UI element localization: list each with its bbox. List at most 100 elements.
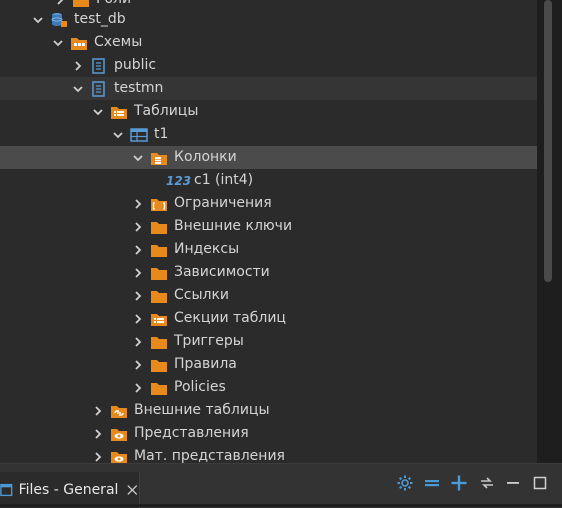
collapse-all-button[interactable] [422, 473, 442, 493]
tree-item-tables[interactable]: Таблицы [0, 100, 537, 123]
tab-files-general[interactable]: Files - General [0, 472, 140, 508]
tree-item-label: Индексы [174, 241, 240, 257]
expand-icon[interactable] [130, 357, 146, 373]
tree-item-dependencies[interactable]: Зависимости [0, 261, 537, 284]
expand-icon[interactable] [130, 380, 146, 396]
minimize-icon [507, 482, 519, 484]
folder-constraints-icon [150, 196, 168, 212]
collapse-icon[interactable] [30, 12, 46, 28]
folder-icon [150, 380, 168, 396]
folder-foreign-tables-icon [110, 403, 128, 419]
tree-item-mat-views[interactable]: Мат. представления [0, 445, 537, 463]
tree-item-label: Ограничения [174, 195, 272, 211]
tree-item-foreign-keys[interactable]: Внешние ключи [0, 215, 537, 238]
tree-item-label: Ссылки [174, 287, 230, 303]
expand-icon[interactable] [90, 403, 106, 419]
expand-icon[interactable] [130, 196, 146, 212]
tree-item-label: Секции таблиц [174, 310, 286, 326]
tree-item-triggers[interactable]: Триггеры [0, 330, 537, 353]
expand-icon[interactable] [130, 219, 146, 235]
tree-item-label: Внешние таблицы [134, 402, 270, 418]
tree-item-label: Мат. представления [134, 448, 285, 463]
tree-item-label: public [114, 57, 157, 73]
collapse-icon[interactable] [70, 81, 86, 97]
add-button[interactable] [449, 473, 469, 493]
tree-item-schemas[interactable]: Схемы [0, 31, 537, 54]
tree-item-testmn[interactable]: testmn [0, 77, 537, 100]
expand-icon[interactable] [130, 288, 146, 304]
tree-item-c1[interactable]: 123 c1 (int4) [0, 169, 537, 192]
table-icon [130, 127, 148, 143]
expand-icon[interactable] [130, 242, 146, 258]
folder-icon [150, 265, 168, 281]
collapse-icon[interactable] [50, 35, 66, 51]
folder-icon [150, 219, 168, 235]
close-icon[interactable] [126, 483, 139, 497]
tree-item-t1[interactable]: t1 [0, 123, 537, 146]
tree-item-label: c1 (int4) [194, 172, 254, 188]
maximize-icon [533, 476, 547, 490]
tree-item-references[interactable]: Ссылки [0, 284, 537, 307]
tree-item-label: Представления [134, 425, 249, 441]
tree-item-policies[interactable]: Policies [0, 376, 537, 399]
folder-icon [150, 334, 168, 350]
folder-icon [150, 242, 168, 258]
collapse-icon[interactable] [110, 127, 126, 143]
tree-item-views[interactable]: Представления [0, 422, 537, 445]
expand-icon[interactable] [90, 426, 106, 442]
folder-schemas-icon [70, 35, 88, 51]
schema-icon [90, 57, 108, 74]
maximize-button[interactable] [530, 473, 550, 493]
tree-item-label: testmn [114, 80, 164, 96]
collapse-icon[interactable] [130, 150, 146, 166]
tree-item-label: Зависимости [174, 264, 270, 280]
tree-item-label: Таблицы [134, 103, 199, 119]
add-icon [451, 475, 467, 491]
expand-icon[interactable] [70, 58, 86, 74]
tree-item-indexes[interactable]: Индексы [0, 238, 537, 261]
folder-views-icon [110, 449, 128, 463]
minimize-button[interactable] [503, 473, 523, 493]
folder-columns-icon [150, 150, 168, 166]
folder-views-icon [110, 426, 128, 442]
tree-item-columns[interactable]: Колонки [0, 146, 537, 169]
tree-item-label: Триггеры [174, 333, 244, 349]
tree-item-label: Внешние ключи [174, 218, 293, 234]
expand-icon[interactable] [130, 311, 146, 327]
folder-tables-icon [110, 104, 128, 120]
expand-icon[interactable] [130, 334, 146, 350]
panel-tab-icon [0, 483, 13, 497]
bottom-panel-header: Files - General [0, 463, 562, 508]
schema-icon [90, 80, 108, 97]
tab-label: Files - General [18, 482, 119, 498]
tree-item-public[interactable]: public [0, 54, 537, 77]
folder-icon [150, 357, 168, 373]
tree-item-label: Схемы [94, 34, 143, 50]
database-navigator-tree: Роли test_db Схемы public testmn Таблицы… [0, 0, 537, 463]
tree-item-rules[interactable]: Правила [0, 353, 537, 376]
tree-item-label: Policies [174, 379, 226, 395]
sync-button[interactable] [477, 473, 497, 493]
expand-icon[interactable] [130, 265, 146, 281]
expand-icon[interactable] [90, 449, 106, 464]
settings-button[interactable] [395, 473, 415, 493]
tree-item-label: test_db [74, 11, 126, 27]
expand-icon[interactable] [52, 0, 68, 8]
tree-item-constraints[interactable]: Ограничения [0, 192, 537, 215]
tree-item-foreign-tables[interactable]: Внешние таблицы [0, 399, 537, 422]
collapse-icon[interactable] [90, 104, 106, 120]
folder-icon [150, 288, 168, 304]
folder-roles-icon [72, 0, 90, 8]
database-icon [50, 12, 68, 28]
tree-item-label: Правила [174, 356, 237, 372]
scrollbar-thumb[interactable] [544, 0, 552, 282]
numeric-column-icon: 123 [166, 173, 192, 188]
tree-item-label: Колонки [174, 149, 237, 165]
sync-icon [481, 477, 493, 489]
folder-partitions-icon [150, 311, 168, 327]
collapse-icon [425, 480, 439, 487]
tree-item-partitions[interactable]: Секции таблиц [0, 307, 537, 330]
tree-item-label: t1 [154, 126, 169, 142]
tree-item-test-db[interactable]: test_db [0, 8, 537, 31]
settings-icon [397, 475, 413, 491]
